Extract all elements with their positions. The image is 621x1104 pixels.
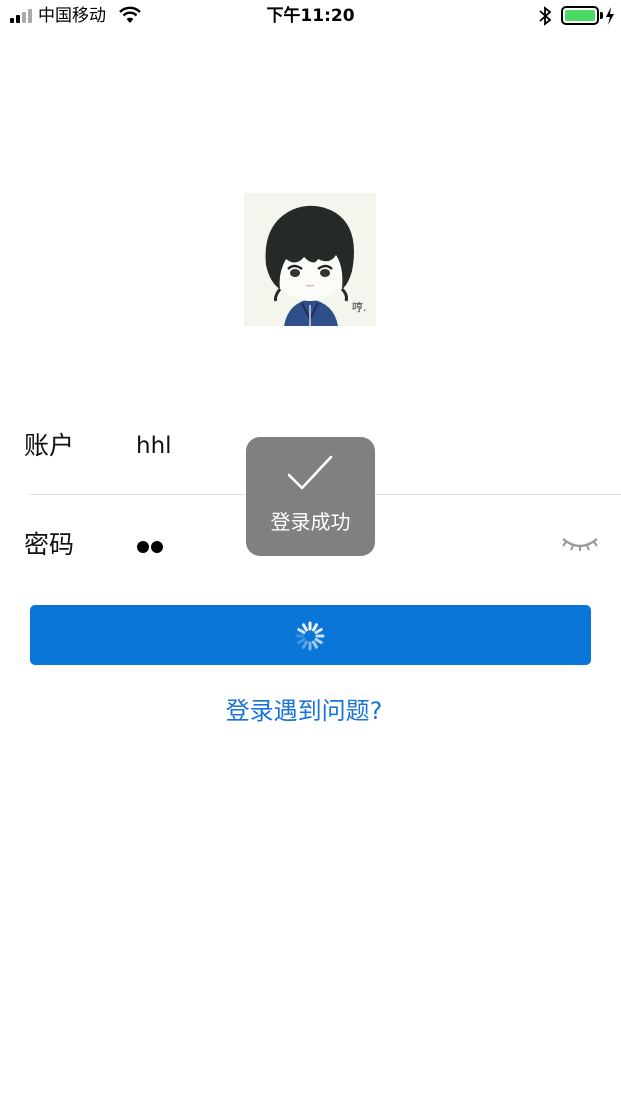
- clock: 下午11:20: [266, 6, 355, 26]
- eye-closed-icon[interactable]: [560, 533, 600, 553]
- login-help-link[interactable]: 登录遇到问题?: [0, 694, 608, 728]
- password-dot: [137, 541, 149, 553]
- bluetooth-icon: [539, 6, 552, 26]
- account-label: 账户: [24, 431, 75, 460]
- battery-level-fill: [565, 10, 595, 21]
- charging-bolt-icon: [606, 7, 614, 25]
- avatar-signature: 哼.: [352, 300, 367, 314]
- password-input[interactable]: [137, 538, 165, 553]
- account-input[interactable]: hhl: [136, 430, 172, 462]
- password-label: 密码: [24, 530, 75, 559]
- battery-icon: [561, 6, 599, 25]
- loading-spinner-icon: [295, 621, 325, 651]
- toast-message: 登录成功: [270, 510, 351, 534]
- password-dot: [151, 541, 163, 553]
- success-toast: 登录成功: [246, 437, 375, 556]
- checkmark-icon: [287, 455, 333, 490]
- avatar-illustration: 哼.: [244, 193, 376, 326]
- avatar: 哼.: [244, 193, 376, 326]
- battery-tip: [600, 12, 603, 19]
- status-bar: 中国移动 下午11:20: [0, 0, 621, 32]
